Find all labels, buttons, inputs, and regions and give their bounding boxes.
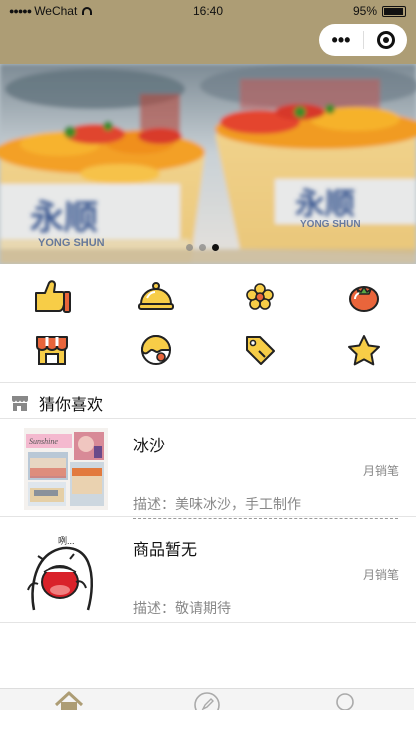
product-divider — [0, 516, 416, 517]
category-item-price-tag[interactable] — [208, 323, 312, 376]
svg-text:咧...: 咧... — [58, 535, 75, 546]
product-item[interactable]: Sunshine 冰沙 月销笔 描述：美味冰沙，手工制作 — [0, 418, 416, 522]
navigation-bar: ••• — [0, 22, 416, 64]
monthly-sales: 月销笔 — [362, 464, 399, 478]
close-button[interactable] — [364, 31, 407, 49]
battery-icon — [382, 5, 406, 17]
section-title: 猜你喜欢 — [39, 397, 104, 414]
flower-icon — [246, 282, 274, 310]
tab-discover[interactable] — [138, 689, 276, 710]
pie-globe-icon — [140, 334, 171, 365]
carousel-dot[interactable] — [199, 244, 206, 251]
product-divider — [0, 622, 416, 623]
thumbs-up-icon — [35, 279, 71, 313]
svg-text:Sunshine: Sunshine — [29, 437, 58, 446]
banner-carousel[interactable]: 永顺 永顺 YONG SHUN YONG SHUN — [0, 64, 416, 264]
shop-icon — [12, 396, 28, 411]
product-name: 冰沙 — [133, 438, 166, 455]
monthly-sales: 月销笔 — [362, 568, 399, 582]
store-awning-icon — [36, 335, 68, 365]
category-item-star[interactable] — [312, 323, 416, 376]
product-thumbnail: 咧... — [24, 530, 108, 612]
recommend-header: 猜你喜欢 — [0, 389, 416, 417]
food-cloche-icon — [138, 281, 174, 310]
home-icon — [54, 691, 84, 710]
status-bar: ●●●●● WeChat 16:40 95% — [0, 0, 416, 22]
target-close-icon — [376, 31, 395, 49]
section-divider — [0, 382, 416, 383]
compass-icon — [194, 692, 220, 710]
carousel-dots — [186, 244, 219, 251]
carousel-dot[interactable] — [186, 244, 193, 251]
more-dots-icon[interactable]: ••• — [319, 31, 363, 49]
carousel-dot-active[interactable] — [212, 244, 219, 251]
category-item-flower[interactable] — [208, 270, 312, 323]
profile-icon — [336, 693, 354, 710]
category-item-store[interactable] — [0, 323, 104, 376]
tab-home[interactable] — [0, 689, 138, 710]
battery-info: 95% — [353, 4, 406, 18]
product-thumbnail: Sunshine — [24, 428, 108, 510]
banner-image: 永顺 永顺 YONG SHUN YONG SHUN — [0, 64, 416, 264]
star-icon — [348, 334, 380, 365]
category-grid — [0, 264, 416, 382]
battery-percent: 95% — [352, 4, 377, 18]
svg-text:YONG SHUN: YONG SHUN — [300, 219, 361, 230]
product-item[interactable]: 咧... 商品暂无 月销笔 描述：敬请期待 — [0, 522, 416, 626]
svg-text:永顺: 永顺 — [30, 199, 98, 237]
category-item-globe[interactable] — [104, 323, 208, 376]
svg-text:永顺: 永顺 — [295, 188, 355, 221]
category-item-tomato[interactable] — [312, 270, 416, 323]
tomato-icon — [349, 285, 379, 312]
bottom-tab-bar — [0, 688, 414, 710]
tab-profile[interactable] — [276, 689, 414, 710]
product-name: 商品暂无 — [133, 542, 198, 559]
category-item-cloche[interactable] — [104, 270, 208, 323]
price-tag-icon — [246, 335, 275, 365]
category-item-thumbs-up[interactable] — [0, 270, 104, 323]
product-description: 描述：敬请期待 — [133, 598, 398, 623]
svg-text:YONG SHUN: YONG SHUN — [38, 237, 105, 249]
miniprogram-capsule: ••• — [319, 24, 407, 56]
